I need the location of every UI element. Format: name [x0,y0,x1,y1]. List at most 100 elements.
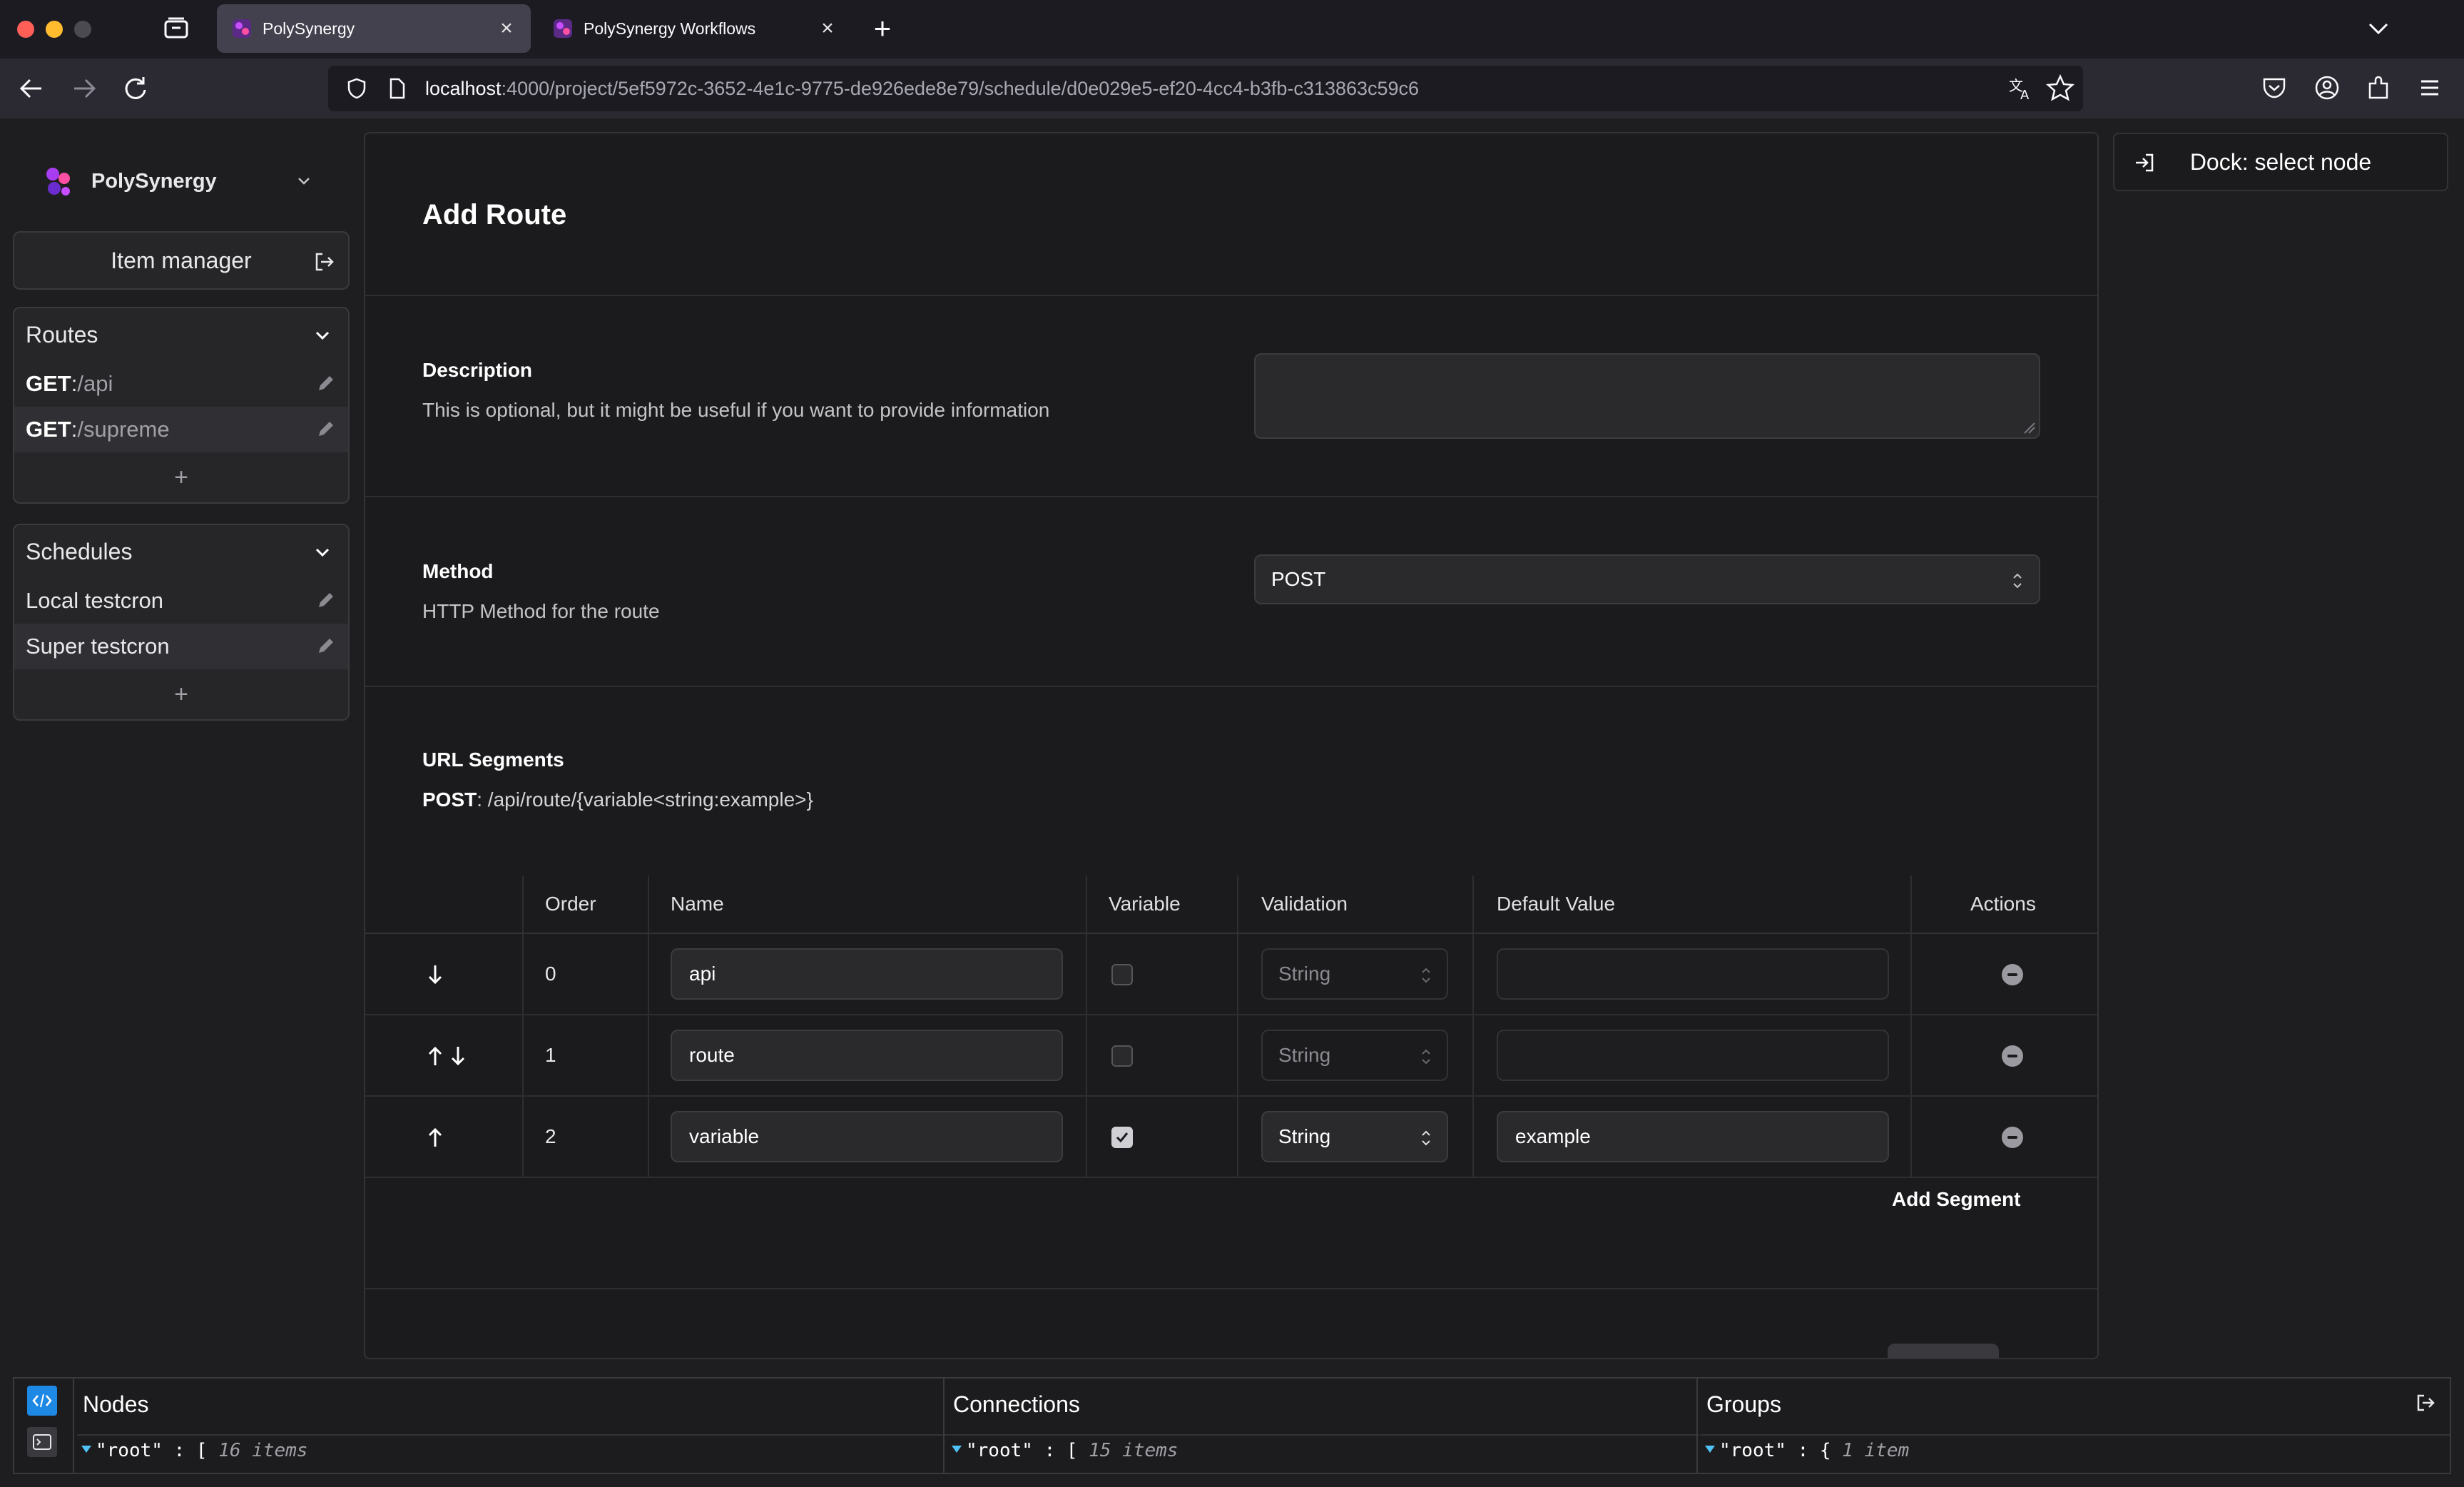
remove-segment-icon[interactable] [2002,964,2023,985]
json-bracket: : [ [1044,1440,1078,1461]
exit-icon[interactable] [312,250,337,274]
remove-segment-icon[interactable] [2002,1045,2023,1067]
tab-title: PolySynergy [263,19,355,38]
window-maximize-button[interactable] [74,21,91,38]
pencil-icon[interactable] [315,589,337,611]
submit-button[interactable] [1888,1344,1999,1358]
pencil-icon[interactable] [315,372,337,394]
variable-checkbox[interactable] [1111,1045,1133,1067]
segment-name-input[interactable]: variable [671,1111,1063,1162]
method-select[interactable]: POST [1254,554,2040,604]
remove-segment-icon[interactable] [2002,1127,2023,1148]
close-icon[interactable]: × [497,18,516,39]
connections-json-tree[interactable]: "root" : [ 15 items [947,1434,1699,1463]
updown-chevron-icon [1422,1049,1430,1065]
groups-json-tree[interactable]: "root" : { 1 item [1701,1434,2450,1463]
pocket-icon[interactable] [2260,73,2289,102]
route-path: /api [77,371,113,396]
schedule-item[interactable]: Super testcron [14,624,348,669]
default-value-input[interactable] [1497,948,1889,1000]
expand-triangle-icon[interactable] [952,1446,962,1453]
expand-triangle-icon[interactable] [1705,1446,1715,1453]
new-tab-button[interactable]: + [866,13,899,46]
arrow-up-icon[interactable] [425,1044,445,1068]
description-label: Description [422,359,533,381]
json-key: "root" [96,1440,163,1461]
forward-arrow-icon[interactable] [68,73,100,104]
pencil-icon[interactable] [315,418,337,440]
star-icon[interactable] [2046,73,2074,102]
updown-chevron-icon [2013,573,2022,589]
code-icon[interactable] [27,1386,57,1416]
close-icon[interactable]: × [818,18,838,39]
description-textarea[interactable] [1254,353,2040,439]
account-icon[interactable] [2313,73,2341,102]
default-value-input[interactable] [1497,1030,1889,1081]
add-segment-button[interactable]: Add Segment [1892,1188,2020,1211]
schedules-header[interactable]: Schedules [14,525,348,578]
expand-triangle-icon[interactable] [81,1446,91,1453]
json-bracket: : { [1797,1440,1831,1461]
schedule-label: Local testcron [26,588,163,613]
add-route-button[interactable]: + [14,452,348,502]
add-schedule-button[interactable]: + [14,669,348,719]
arrow-down-icon[interactable] [425,963,445,987]
default-value-input[interactable]: example [1497,1111,1889,1162]
dock-select-node[interactable]: Dock: select node [2113,133,2448,191]
divider [365,496,2097,497]
tab-polysynergy[interactable]: PolySynergy × [217,4,531,53]
variable-checkbox[interactable] [1111,1127,1133,1148]
pencil-icon[interactable] [315,635,337,656]
validation-select[interactable]: String [1261,1111,1448,1162]
method-value: POST [1271,568,1326,590]
resize-grip-icon[interactable] [2022,420,2036,435]
url-preview-method: POST [422,788,477,811]
url-preview-path: : /api/route/{variable<string:example>} [477,788,813,811]
project-switcher[interactable]: PolySynergy [40,163,217,200]
chevron-down-icon[interactable] [311,541,334,564]
exit-icon[interactable] [2414,1391,2437,1414]
route-item[interactable]: GET: /api [14,361,348,407]
translate-icon[interactable]: 文A [2006,73,2035,102]
url-preview: POST: /api/route/{variable<string:exampl… [422,788,813,811]
address-bar[interactable]: localhost:4000/project/5ef5972c-3652-4e1… [328,66,2083,111]
segment-order: 0 [545,963,556,985]
arrow-up-icon[interactable] [425,1125,445,1149]
variable-checkbox[interactable] [1111,964,1133,985]
connections-column: Connections "root" : [ 15 items [943,1379,1699,1473]
shield-icon[interactable] [345,77,368,100]
polysynergy-favicon-icon [233,19,251,38]
tab-polysynergy-workflows[interactable]: PolySynergy Workflows × [538,4,852,53]
page-icon[interactable] [385,77,408,100]
terminal-icon[interactable] [27,1427,57,1457]
schedules-title: Schedules [26,538,133,564]
chevron-down-icon[interactable] [292,170,315,193]
extensions-icon[interactable] [2364,73,2393,102]
segment-name-input[interactable]: route [671,1030,1063,1081]
url-host: localhost [425,77,502,99]
route-item[interactable]: GET: /supreme [14,407,348,452]
groups-title: Groups [1706,1391,1781,1417]
col-actions: Actions [1970,893,2036,915]
menu-icon[interactable] [2415,73,2444,102]
item-manager-button[interactable]: Item manager [13,231,350,290]
updown-chevron-icon [1422,968,1430,983]
routes-header[interactable]: Routes [14,308,348,361]
segment-name-input[interactable]: api [671,948,1063,1000]
segment-name-value: variable [689,1125,760,1147]
nodes-json-tree[interactable]: "root" : [ 16 items [77,1434,957,1463]
validation-select[interactable]: String [1261,948,1448,1000]
tab-overview-icon[interactable] [163,16,190,41]
table-row: 2 variable String example [365,1097,2097,1178]
chevron-down-icon[interactable] [311,324,334,347]
segment-name-value: route [689,1044,735,1066]
chevron-down-icon[interactable] [2364,16,2393,41]
schedule-item[interactable]: Local testcron [14,578,348,624]
window-close-button[interactable] [17,21,34,38]
validation-select[interactable]: String [1261,1030,1448,1081]
back-arrow-icon[interactable] [16,73,47,104]
window-minimize-button[interactable] [46,21,63,38]
route-separator: : [71,417,78,442]
reload-icon[interactable] [120,73,151,104]
arrow-down-icon[interactable] [448,1044,468,1068]
